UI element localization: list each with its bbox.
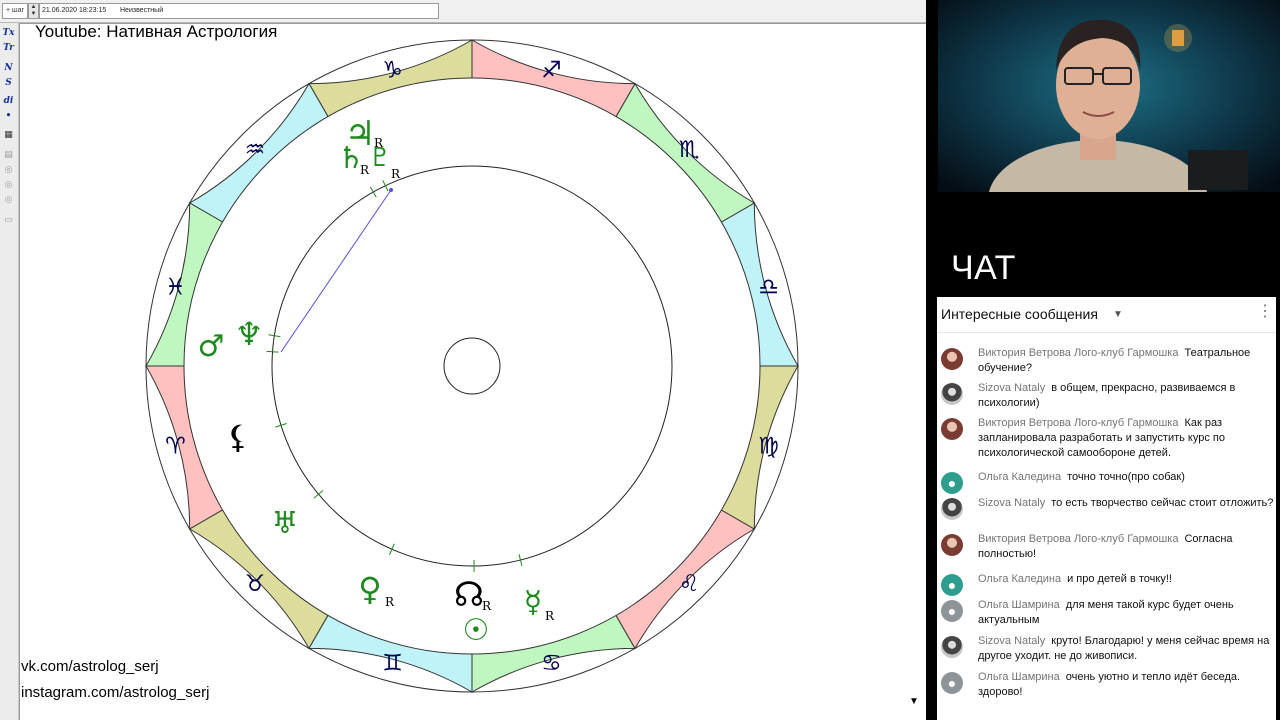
capricorn-icon: ♑ <box>382 57 403 83</box>
cancer-icon: ♋ <box>541 651 562 677</box>
user-icon: ● <box>947 475 957 491</box>
libra-icon: ♎ <box>758 275 779 301</box>
chat-filter-dropdown[interactable]: Интересные сообщения <box>941 306 1098 322</box>
venus-icon: ♀ <box>358 570 381 608</box>
mercury-icon: ☿ <box>524 585 542 620</box>
leo-icon: ♌ <box>679 571 700 597</box>
chat-message-body: Ольга Шамрина очень уютно и тепло идёт бе… <box>978 670 1274 700</box>
node-icon: ☊ <box>454 575 484 615</box>
avatar[interactable]: ● <box>941 600 963 622</box>
chat-author[interactable]: Ольга Каледина <box>978 573 1061 585</box>
chat-author[interactable]: Виктория Ветрова Лого-клуб Гармошка <box>978 417 1178 429</box>
dropdown-caret-icon[interactable]: ▼ <box>1113 309 1123 320</box>
chat-message-body: Sizova Nataly то есть творчество сейчас с… <box>978 496 1274 511</box>
chat-header: Интересные сообщения ▼ ⋮ <box>937 297 1276 333</box>
chat-author[interactable]: Sizova Nataly <box>978 635 1045 647</box>
chat-message-body: Виктория Ветрова Лого-клуб Гармошка Театр… <box>978 346 1274 376</box>
chat-text: то есть творчество сейчас стоит отложить… <box>1051 497 1274 509</box>
chat-message-body: Виктория Ветрова Лого-клуб Гармошка Согла… <box>978 532 1274 562</box>
mercury-retrograde-label: R <box>545 609 555 623</box>
chat-message-body: Виктория Ветрова Лого-клуб Гармошка Как р… <box>978 416 1274 461</box>
natal-chart-wheel: ♈♉♊ ♋♌♍♎♏♐♑♒♓ ♃R♄R ♇R♆♂⚸♅♀ R ☊R☉☿ R <box>145 39 799 693</box>
chat-message-body: Ольга Шамрина для меня такой курс будет о… <box>978 598 1274 628</box>
chat-message-body: Sizova Nataly в общем, прекрасно, развива… <box>978 381 1274 411</box>
chat-message-body: Ольга Каледина точно точно(про собак) <box>978 470 1274 485</box>
chat-panel: Интересные сообщения ▼ ⋮ Виктория Ветров… <box>937 297 1276 720</box>
neptune-icon: ♆ <box>235 315 264 353</box>
aspect-end-dot <box>389 188 393 192</box>
user-icon: ● <box>947 675 957 691</box>
chat-author[interactable]: Ольга Шамрина <box>978 599 1060 611</box>
lilith-icon: ⚸ <box>226 418 249 456</box>
sun-icon: ☉ <box>463 613 490 648</box>
pluto-icon: ♇ <box>368 143 391 173</box>
sagittarius-icon: ♐ <box>541 57 562 83</box>
avatar[interactable] <box>941 418 963 440</box>
chat-author[interactable]: Sizova Nataly <box>978 497 1045 509</box>
aquarius-icon: ♒ <box>245 137 266 163</box>
virgo-icon: ♍ <box>758 433 779 459</box>
chat-message-body: Ольга Каледина и про детей в точку!! <box>978 572 1274 587</box>
uranus-icon: ♅ <box>272 506 299 541</box>
chat-message-body: Sizova Nataly круто! Благодарю! у меня се… <box>978 634 1274 664</box>
user-icon: ● <box>947 603 957 619</box>
chat-author[interactable]: Ольга Шамрина <box>978 671 1060 683</box>
pisces-icon: ♓ <box>165 275 186 301</box>
avatar[interactable]: ● <box>941 472 963 494</box>
avatar[interactable] <box>941 348 963 370</box>
chart-title: Youtube: Нативная Астрология <box>35 22 278 41</box>
webcam-feed <box>938 0 1280 192</box>
scroll-down-icon[interactable]: ▼ <box>909 696 919 707</box>
gemini-icon: ♊ <box>382 651 403 677</box>
astrology-app-window: + шаг ▲ ▼ 21.06.2020 18:23:15 Неизвестный… <box>0 0 926 720</box>
instagram-link: instagram.com/astrolog_serj <box>21 684 210 701</box>
node-retrograde-label: R <box>482 599 492 613</box>
avatar[interactable]: ● <box>941 574 963 596</box>
avatar[interactable] <box>941 383 963 405</box>
aries-icon: ♈ <box>165 433 186 459</box>
avatar[interactable] <box>941 498 963 520</box>
pluto-retrograde-label: R <box>391 167 401 181</box>
avatar[interactable] <box>941 636 963 658</box>
chat-author[interactable]: Виктория Ветрова Лого-клуб Гармошка <box>978 533 1178 545</box>
user-icon: ● <box>947 577 957 593</box>
avatar[interactable]: ● <box>941 672 963 694</box>
chat-author[interactable]: Ольга Каледина <box>978 471 1061 483</box>
avatar[interactable] <box>941 534 963 556</box>
scorpio-icon: ♏ <box>679 137 700 163</box>
more-options-icon[interactable]: ⋮ <box>1257 304 1273 320</box>
chat-author[interactable]: Sizova Nataly <box>978 382 1045 394</box>
chat-author[interactable]: Виктория Ветрова Лого-клуб Гармошка <box>978 347 1178 359</box>
mars-icon: ♂ <box>198 329 225 364</box>
vk-link: vk.com/astrolog_serj <box>21 658 159 675</box>
taurus-icon: ♉ <box>245 571 266 597</box>
chat-text: точно точно(про собак) <box>1067 471 1185 483</box>
venus-retrograde-label: R <box>385 595 395 609</box>
chat-text: и про детей в точку!! <box>1067 573 1172 585</box>
chat-heading: ЧАТ <box>951 249 1016 287</box>
